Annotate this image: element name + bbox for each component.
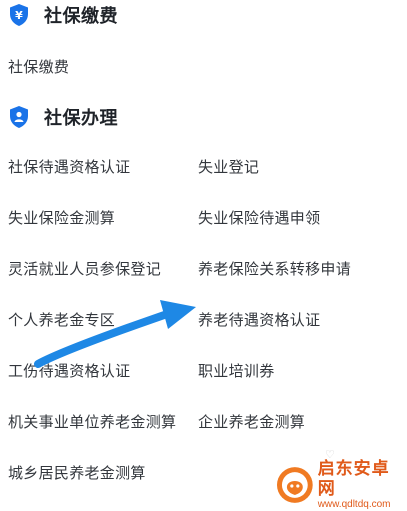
service-item[interactable]: 职业培训券 xyxy=(198,361,275,381)
service-item[interactable]: 个人养老金专区 xyxy=(8,310,115,330)
service-item[interactable]: 灵活就业人员参保登记 xyxy=(8,259,161,279)
service-item[interactable]: 城乡居民养老金测算 xyxy=(8,463,146,483)
shield-yen-icon: ¥ xyxy=(10,4,28,26)
watermark: 启东安卓网 www.qdltdq.com xyxy=(275,458,407,510)
shield-person-icon xyxy=(10,106,28,128)
service-item[interactable]: 失业保险待遇申领 xyxy=(198,208,320,228)
service-item[interactable]: 失业保险金测算 xyxy=(8,208,115,228)
service-item[interactable]: 工伤待遇资格认证 xyxy=(8,361,130,381)
watermark-name: 启东安卓网 xyxy=(317,458,390,499)
service-item-pension-eligibility[interactable]: 养老待遇资格认证 xyxy=(198,310,320,330)
section-title-handling: 社保办理 xyxy=(44,108,118,129)
section-header-handling: 社保办理 xyxy=(8,103,118,131)
service-item[interactable]: 企业养老金测算 xyxy=(198,412,305,432)
service-item-social-security-payment[interactable]: 社保缴费 xyxy=(8,57,69,77)
service-item[interactable]: 机关事业单位养老金测算 xyxy=(8,412,176,432)
watermark-logo-icon xyxy=(276,466,313,503)
service-item[interactable]: 社保待遇资格认证 xyxy=(8,157,130,177)
section-title-payment: 社保缴费 xyxy=(44,6,118,27)
watermark-url: www.qdltdq.com xyxy=(317,498,391,510)
service-item[interactable]: 养老保险关系转移申请 xyxy=(198,259,351,279)
section-header-payment: ¥ 社保缴费 xyxy=(8,1,118,29)
service-item[interactable]: 失业登记 xyxy=(198,157,259,177)
svg-text:¥: ¥ xyxy=(15,9,23,22)
